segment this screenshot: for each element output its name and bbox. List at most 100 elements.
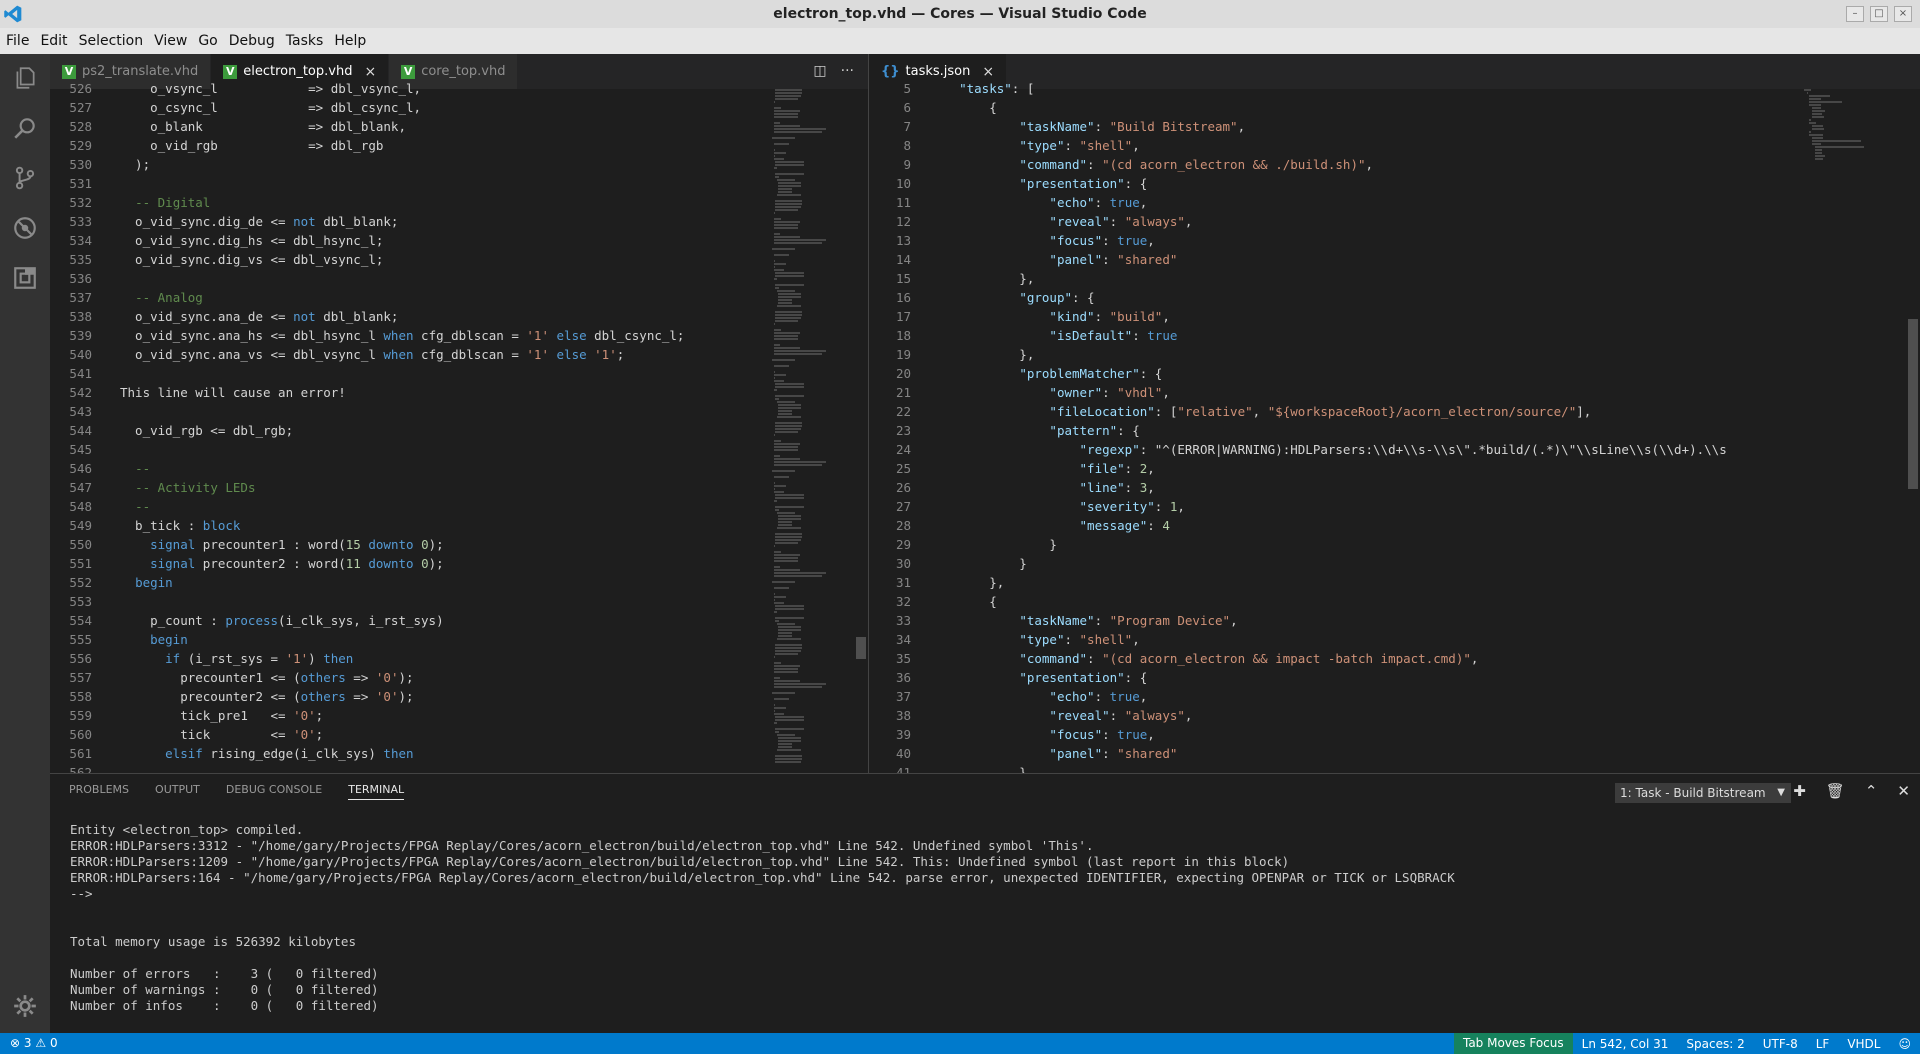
new-terminal-icon[interactable]: ✚ xyxy=(1793,782,1806,800)
debug-icon[interactable] xyxy=(11,214,39,242)
code-line[interactable]: 29 } xyxy=(869,535,1920,554)
maximize-icon[interactable]: □ xyxy=(1870,6,1888,22)
code-line[interactable]: 26 "line": 3, xyxy=(869,478,1920,497)
cursor-position[interactable]: Ln 542, Col 31 xyxy=(1573,1037,1678,1051)
code-line[interactable]: 534 o_vid_sync.dig_hs <= dbl_hsync_l; xyxy=(50,231,868,250)
code-line[interactable]: 533 o_vid_sync.dig_de <= not dbl_blank; xyxy=(50,212,868,231)
code-line[interactable]: 14 "panel": "shared" xyxy=(869,250,1920,269)
code-line[interactable]: 7 "taskName": "Build Bitstream", xyxy=(869,117,1920,136)
extensions-icon[interactable] xyxy=(11,264,39,292)
code-line[interactable]: 535 o_vid_sync.dig_vs <= dbl_vsync_l; xyxy=(50,250,868,269)
code-line[interactable]: 545 xyxy=(50,440,868,459)
menu-debug[interactable]: Debug xyxy=(229,33,275,49)
code-line[interactable]: 551 signal precounter2 : word(11 downto … xyxy=(50,554,868,573)
code-line[interactable]: 24 "regexp": "^(ERROR|WARNING):HDLParser… xyxy=(869,440,1920,459)
code-line[interactable]: 41 } xyxy=(869,763,1920,773)
code-line[interactable]: 34 "type": "shell", xyxy=(869,630,1920,649)
code-line[interactable]: 554 p_count : process(i_clk_sys, i_rst_s… xyxy=(50,611,868,630)
problems-status[interactable]: ⊗ 3 ⚠ 0 xyxy=(10,1036,58,1050)
code-line[interactable]: 540 o_vid_sync.ana_vs <= dbl_vsync_l whe… xyxy=(50,345,868,364)
code-line[interactable]: 35 "command": "(cd acorn_electron && imp… xyxy=(869,649,1920,668)
code-editor-right[interactable]: 5 "tasks": [6 {7 "taskName": "Build Bits… xyxy=(869,81,1920,773)
code-line[interactable]: 557 precounter1 <= (others => '0'); xyxy=(50,668,868,687)
menu-help[interactable]: Help xyxy=(334,33,366,49)
menu-edit[interactable]: Edit xyxy=(40,33,67,49)
code-line[interactable]: 10 "presentation": { xyxy=(869,174,1920,193)
scrollbar-thumb[interactable] xyxy=(856,637,866,659)
code-line[interactable]: 25 "file": 2, xyxy=(869,459,1920,478)
minimap-right[interactable] xyxy=(1801,89,1905,773)
code-line[interactable]: 12 "reveal": "always", xyxy=(869,212,1920,231)
code-line[interactable]: 532 -- Digital xyxy=(50,193,868,212)
close-panel-icon[interactable]: ✕ xyxy=(1897,782,1910,800)
code-line[interactable]: 40 "panel": "shared" xyxy=(869,744,1920,763)
scrollbar-left[interactable] xyxy=(854,89,868,773)
code-editor-left[interactable]: 526 o_vsync_l => dbl_vsync_l, 527 o_csync… xyxy=(50,81,868,773)
menu-go[interactable]: Go xyxy=(198,33,217,49)
code-line[interactable]: 32 { xyxy=(869,592,1920,611)
terminal-select[interactable]: 1: Task - Build Bitstream ▼ xyxy=(1615,783,1791,803)
code-line[interactable]: 15 }, xyxy=(869,269,1920,288)
minimize-icon[interactable]: – xyxy=(1846,6,1864,22)
code-line[interactable]: 544 o_vid_rgb <= dbl_rgb; xyxy=(50,421,868,440)
code-line[interactable]: 16 "group": { xyxy=(869,288,1920,307)
code-line[interactable]: 13 "focus": true, xyxy=(869,231,1920,250)
code-line[interactable]: 556 if (i_rst_sys = '1') then xyxy=(50,649,868,668)
code-line[interactable]: 546 -- xyxy=(50,459,868,478)
search-icon[interactable] xyxy=(11,114,39,142)
maximize-panel-icon[interactable]: ⌃ xyxy=(1865,782,1878,800)
code-line[interactable]: 531 xyxy=(50,174,868,193)
code-line[interactable]: 17 "kind": "build", xyxy=(869,307,1920,326)
code-line[interactable]: 529 o_vid_rgb => dbl_rgb xyxy=(50,136,868,155)
code-line[interactable]: 543 xyxy=(50,402,868,421)
code-line[interactable]: 6 { xyxy=(869,98,1920,117)
tab-terminal[interactable]: TERMINAL xyxy=(348,783,405,800)
code-line[interactable]: 536 xyxy=(50,269,868,288)
code-line[interactable]: 552 begin xyxy=(50,573,868,592)
split-editor-icon[interactable]: ◫ xyxy=(813,63,826,79)
code-line[interactable]: 528 o_blank => dbl_blank, xyxy=(50,117,868,136)
code-line[interactable]: 28 "message": 4 xyxy=(869,516,1920,535)
code-line[interactable]: 560 tick <= '0'; xyxy=(50,725,868,744)
code-line[interactable]: 30 } xyxy=(869,554,1920,573)
code-line[interactable]: 537 -- Analog xyxy=(50,288,868,307)
end-of-line[interactable]: LF xyxy=(1807,1037,1839,1051)
scrollbar-right[interactable] xyxy=(1906,89,1920,773)
menu-selection[interactable]: Selection xyxy=(79,33,144,49)
code-line[interactable]: 549 b_tick : block xyxy=(50,516,868,535)
code-line[interactable]: 23 "pattern": { xyxy=(869,421,1920,440)
code-line[interactable]: 21 "owner": "vhdl", xyxy=(869,383,1920,402)
code-line[interactable]: 22 "fileLocation": ["relative", "${works… xyxy=(869,402,1920,421)
code-line[interactable]: 19 }, xyxy=(869,345,1920,364)
encoding[interactable]: UTF-8 xyxy=(1754,1037,1807,1051)
tab-moves-focus[interactable]: Tab Moves Focus xyxy=(1453,1033,1573,1054)
tab-output[interactable]: OUTPUT xyxy=(155,783,200,800)
indentation[interactable]: Spaces: 2 xyxy=(1677,1037,1753,1051)
source-control-icon[interactable] xyxy=(11,164,39,192)
code-line[interactable]: 527 o_csync_l => dbl_csync_l, xyxy=(50,98,868,117)
tab-problems[interactable]: PROBLEMS xyxy=(69,783,129,800)
code-line[interactable]: 18 "isDefault": true xyxy=(869,326,1920,345)
menu-view[interactable]: View xyxy=(154,33,187,49)
scrollbar-thumb[interactable] xyxy=(1908,319,1918,489)
code-line[interactable]: 538 o_vid_sync.ana_de <= not dbl_blank; xyxy=(50,307,868,326)
code-line[interactable]: 27 "severity": 1, xyxy=(869,497,1920,516)
code-line[interactable]: 562 xyxy=(50,763,868,773)
code-line[interactable]: 8 "type": "shell", xyxy=(869,136,1920,155)
menu-tasks[interactable]: Tasks xyxy=(286,33,324,49)
code-line[interactable]: 548 -- xyxy=(50,497,868,516)
language-mode[interactable]: VHDL xyxy=(1838,1037,1889,1051)
code-line[interactable]: 11 "echo": true, xyxy=(869,193,1920,212)
code-line[interactable]: 31 }, xyxy=(869,573,1920,592)
code-line[interactable]: 539 o_vid_sync.ana_hs <= dbl_hsync_l whe… xyxy=(50,326,868,345)
code-line[interactable]: 39 "focus": true, xyxy=(869,725,1920,744)
code-line[interactable]: 36 "presentation": { xyxy=(869,668,1920,687)
settings-gear-icon[interactable] xyxy=(11,992,39,1020)
code-line[interactable]: 9 "command": "(cd acorn_electron && ./bu… xyxy=(869,155,1920,174)
code-line[interactable]: 37 "echo": true, xyxy=(869,687,1920,706)
code-line[interactable]: 5 "tasks": [ xyxy=(869,79,1920,98)
code-line[interactable]: 561 elsif rising_edge(i_clk_sys) then xyxy=(50,744,868,763)
trash-icon[interactable]: 🗑 xyxy=(1826,782,1845,800)
code-line[interactable]: 33 "taskName": "Program Device", xyxy=(869,611,1920,630)
close-tab-icon[interactable]: × xyxy=(364,64,376,80)
